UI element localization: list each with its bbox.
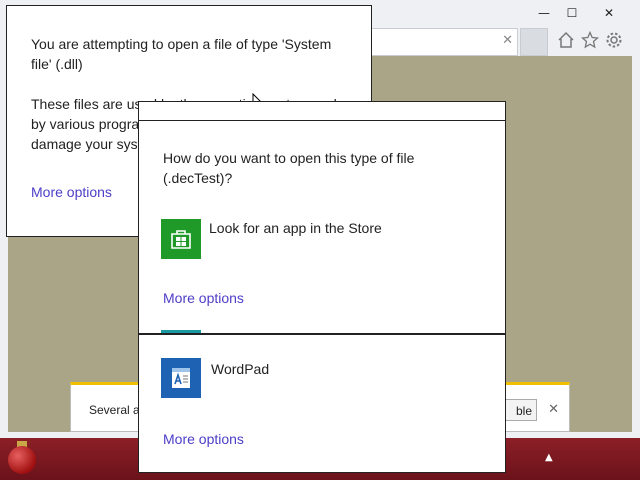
notification-close-icon[interactable]: ✕: [548, 402, 559, 417]
wordpad-icon[interactable]: [161, 358, 201, 398]
home-icon[interactable]: [556, 30, 576, 50]
dialog-top-divider: [139, 120, 505, 121]
open-with-dialog: How do you want to open this type of fil…: [138, 101, 506, 473]
system-file-message: You are attempting to open a file of typ…: [31, 36, 332, 72]
address-bar[interactable]: ✕: [372, 28, 518, 56]
star-icon[interactable]: [580, 30, 600, 50]
window-controls: — ☐ ✕: [530, 2, 632, 24]
dialog-divider: [139, 333, 505, 335]
gear-icon[interactable]: [604, 30, 624, 50]
open-with-question: How do you want to open this type of fil…: [163, 150, 415, 186]
store-option-label[interactable]: Look for an app in the Store: [209, 220, 382, 236]
christmas-ornament-icon: [8, 446, 36, 474]
close-window-button[interactable]: ✕: [586, 2, 632, 24]
more-options-link[interactable]: More options: [163, 431, 244, 447]
maximize-button[interactable]: ☐: [558, 2, 586, 24]
store-icon[interactable]: [161, 219, 201, 259]
more-options-link[interactable]: More options: [163, 290, 244, 306]
wordpad-option-label[interactable]: WordPad: [211, 361, 269, 377]
tray-expand-icon[interactable]: ▲: [545, 452, 553, 463]
notification-action-button[interactable]: ble: [503, 399, 537, 421]
go-button[interactable]: [520, 28, 548, 56]
more-options-link[interactable]: More options: [31, 184, 112, 200]
minimize-button[interactable]: —: [530, 2, 558, 24]
clear-address-icon[interactable]: ✕: [502, 33, 513, 48]
browser-toolbar: [556, 30, 624, 50]
